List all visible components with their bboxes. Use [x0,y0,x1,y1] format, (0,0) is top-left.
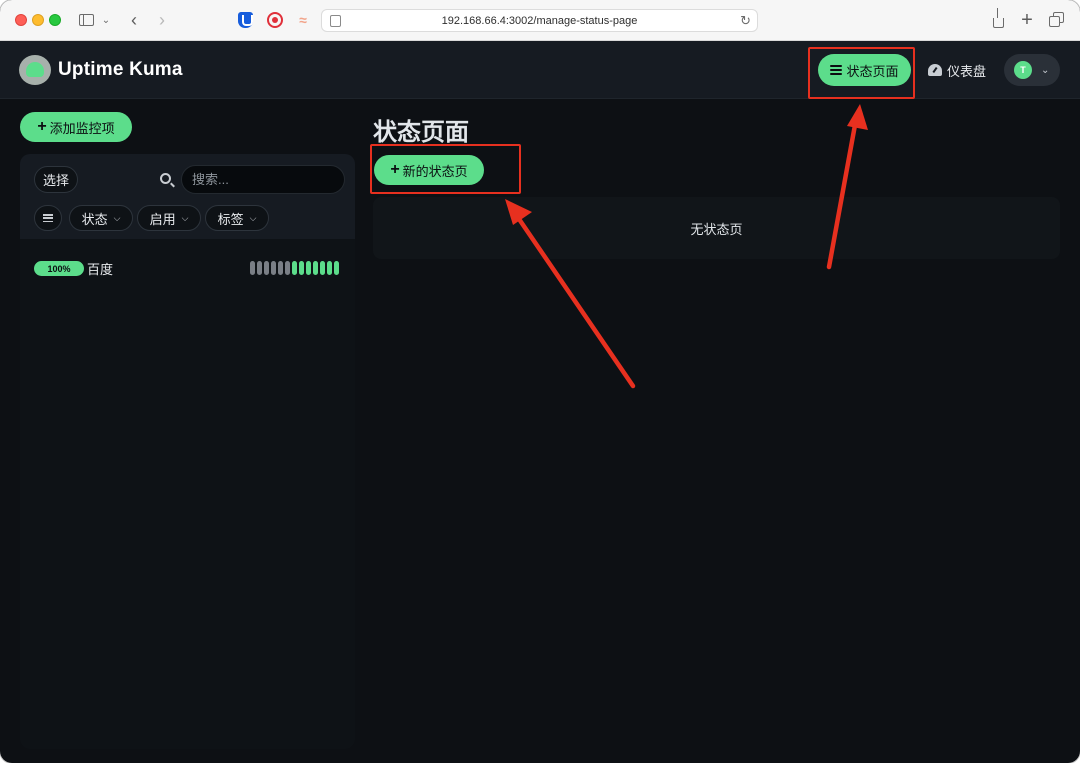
plus-icon: + [37,118,47,135]
monitor-list-panel: 选择 状态 ⌵ 启用 ⌵ 标签 ⌵ 100% 百度 [20,154,355,749]
url-text[interactable]: 192.168.66.4:3002/manage-status-page [322,15,757,27]
tags-filter-dropdown[interactable]: 标签 ⌵ [205,205,269,231]
sort-button[interactable] [34,205,62,231]
heartbeat-up [327,261,332,275]
heartbeat-empty [271,261,276,275]
browser-toolbar: ⌄ ‹ › ≈ 192.168.66.4:3002/manage-status-… [0,0,1080,41]
dashboard-nav-label: 仪表盘 [947,63,987,79]
heartbeat-bar [250,261,339,275]
heartbeat-up [320,261,325,275]
sidebar-toggle-icon[interactable] [77,10,95,30]
active-filter-label: 启用 [149,211,176,227]
uptime-kuma-logo-icon [19,55,51,85]
heartbeat-up [313,261,318,275]
heartbeat-empty [250,261,255,275]
monitor-list-header: 选择 状态 ⌵ 启用 ⌵ 标签 ⌵ [20,154,355,239]
annotation-box-new-status-page [370,144,521,194]
record-extension-icon[interactable] [266,10,284,30]
search-icon [160,173,171,184]
close-window-button[interactable] [15,14,27,26]
brand[interactable]: Uptime Kuma [19,55,183,85]
zoom-window-button[interactable] [49,14,61,26]
status-filter-dropdown[interactable]: 状态 ⌵ [69,205,133,231]
chevron-down-icon: ⌵ [181,212,189,223]
monitor-name: 百度 [87,262,114,277]
profile-dropdown[interactable]: T ⌄ [1004,54,1060,86]
minimize-window-button[interactable] [32,14,44,26]
add-monitor-label: 添加监控项 [49,120,115,136]
heartbeat-up [292,261,297,275]
heartbeat-up [299,261,304,275]
rss-icon[interactable]: ≈ [295,10,311,30]
heartbeat-up [306,261,311,275]
empty-state-text: 无状态页 [690,221,743,237]
tab-overview-icon[interactable] [1048,10,1066,30]
avatar: T [1014,61,1032,79]
heartbeat-up [334,261,339,275]
dashboard-nav-link[interactable]: 仪表盘 [928,54,986,86]
heartbeat-empty [285,261,290,275]
chevron-down-icon: ⌄ [1041,64,1050,76]
address-bar[interactable]: 192.168.66.4:3002/manage-status-page ↻ [321,9,758,32]
reload-icon[interactable]: ↻ [740,13,751,29]
annotation-box-status-pages [808,47,915,99]
empty-state-card: 无状态页 [373,197,1060,259]
page-title: 状态页面 [373,119,469,146]
heartbeat-empty [264,261,269,275]
bitwarden-extension-icon[interactable] [237,10,253,30]
active-filter-dropdown[interactable]: 启用 ⌵ [137,205,201,231]
search-input[interactable] [181,165,345,194]
new-tab-icon[interactable]: + [1019,9,1035,31]
chevron-down-icon: ⌵ [249,212,257,223]
tags-filter-label: 标签 [217,211,244,227]
add-monitor-button[interactable]: + 添加监控项 [20,112,132,142]
brand-name: Uptime Kuma [58,59,183,80]
app-header: Uptime Kuma 状态页面 仪表盘 T ⌄ [0,41,1080,99]
sort-icon [43,214,53,222]
monitor-list-item[interactable]: 100% 百度 [20,254,355,282]
heartbeat-empty [257,261,262,275]
back-icon[interactable]: ‹ [127,10,141,30]
heartbeat-empty [278,261,283,275]
browser-window: ⌄ ‹ › ≈ 192.168.66.4:3002/manage-status-… [0,0,1080,763]
gauge-icon [928,64,942,76]
select-button[interactable]: 选择 [34,166,78,193]
forward-icon[interactable]: › [155,10,169,30]
status-filter-label: 状态 [81,211,108,227]
share-icon[interactable] [990,8,1006,30]
chevron-down-icon: ⌵ [113,212,121,223]
chevron-down-icon[interactable]: ⌄ [100,10,112,30]
uptime-badge: 100% [34,261,84,276]
